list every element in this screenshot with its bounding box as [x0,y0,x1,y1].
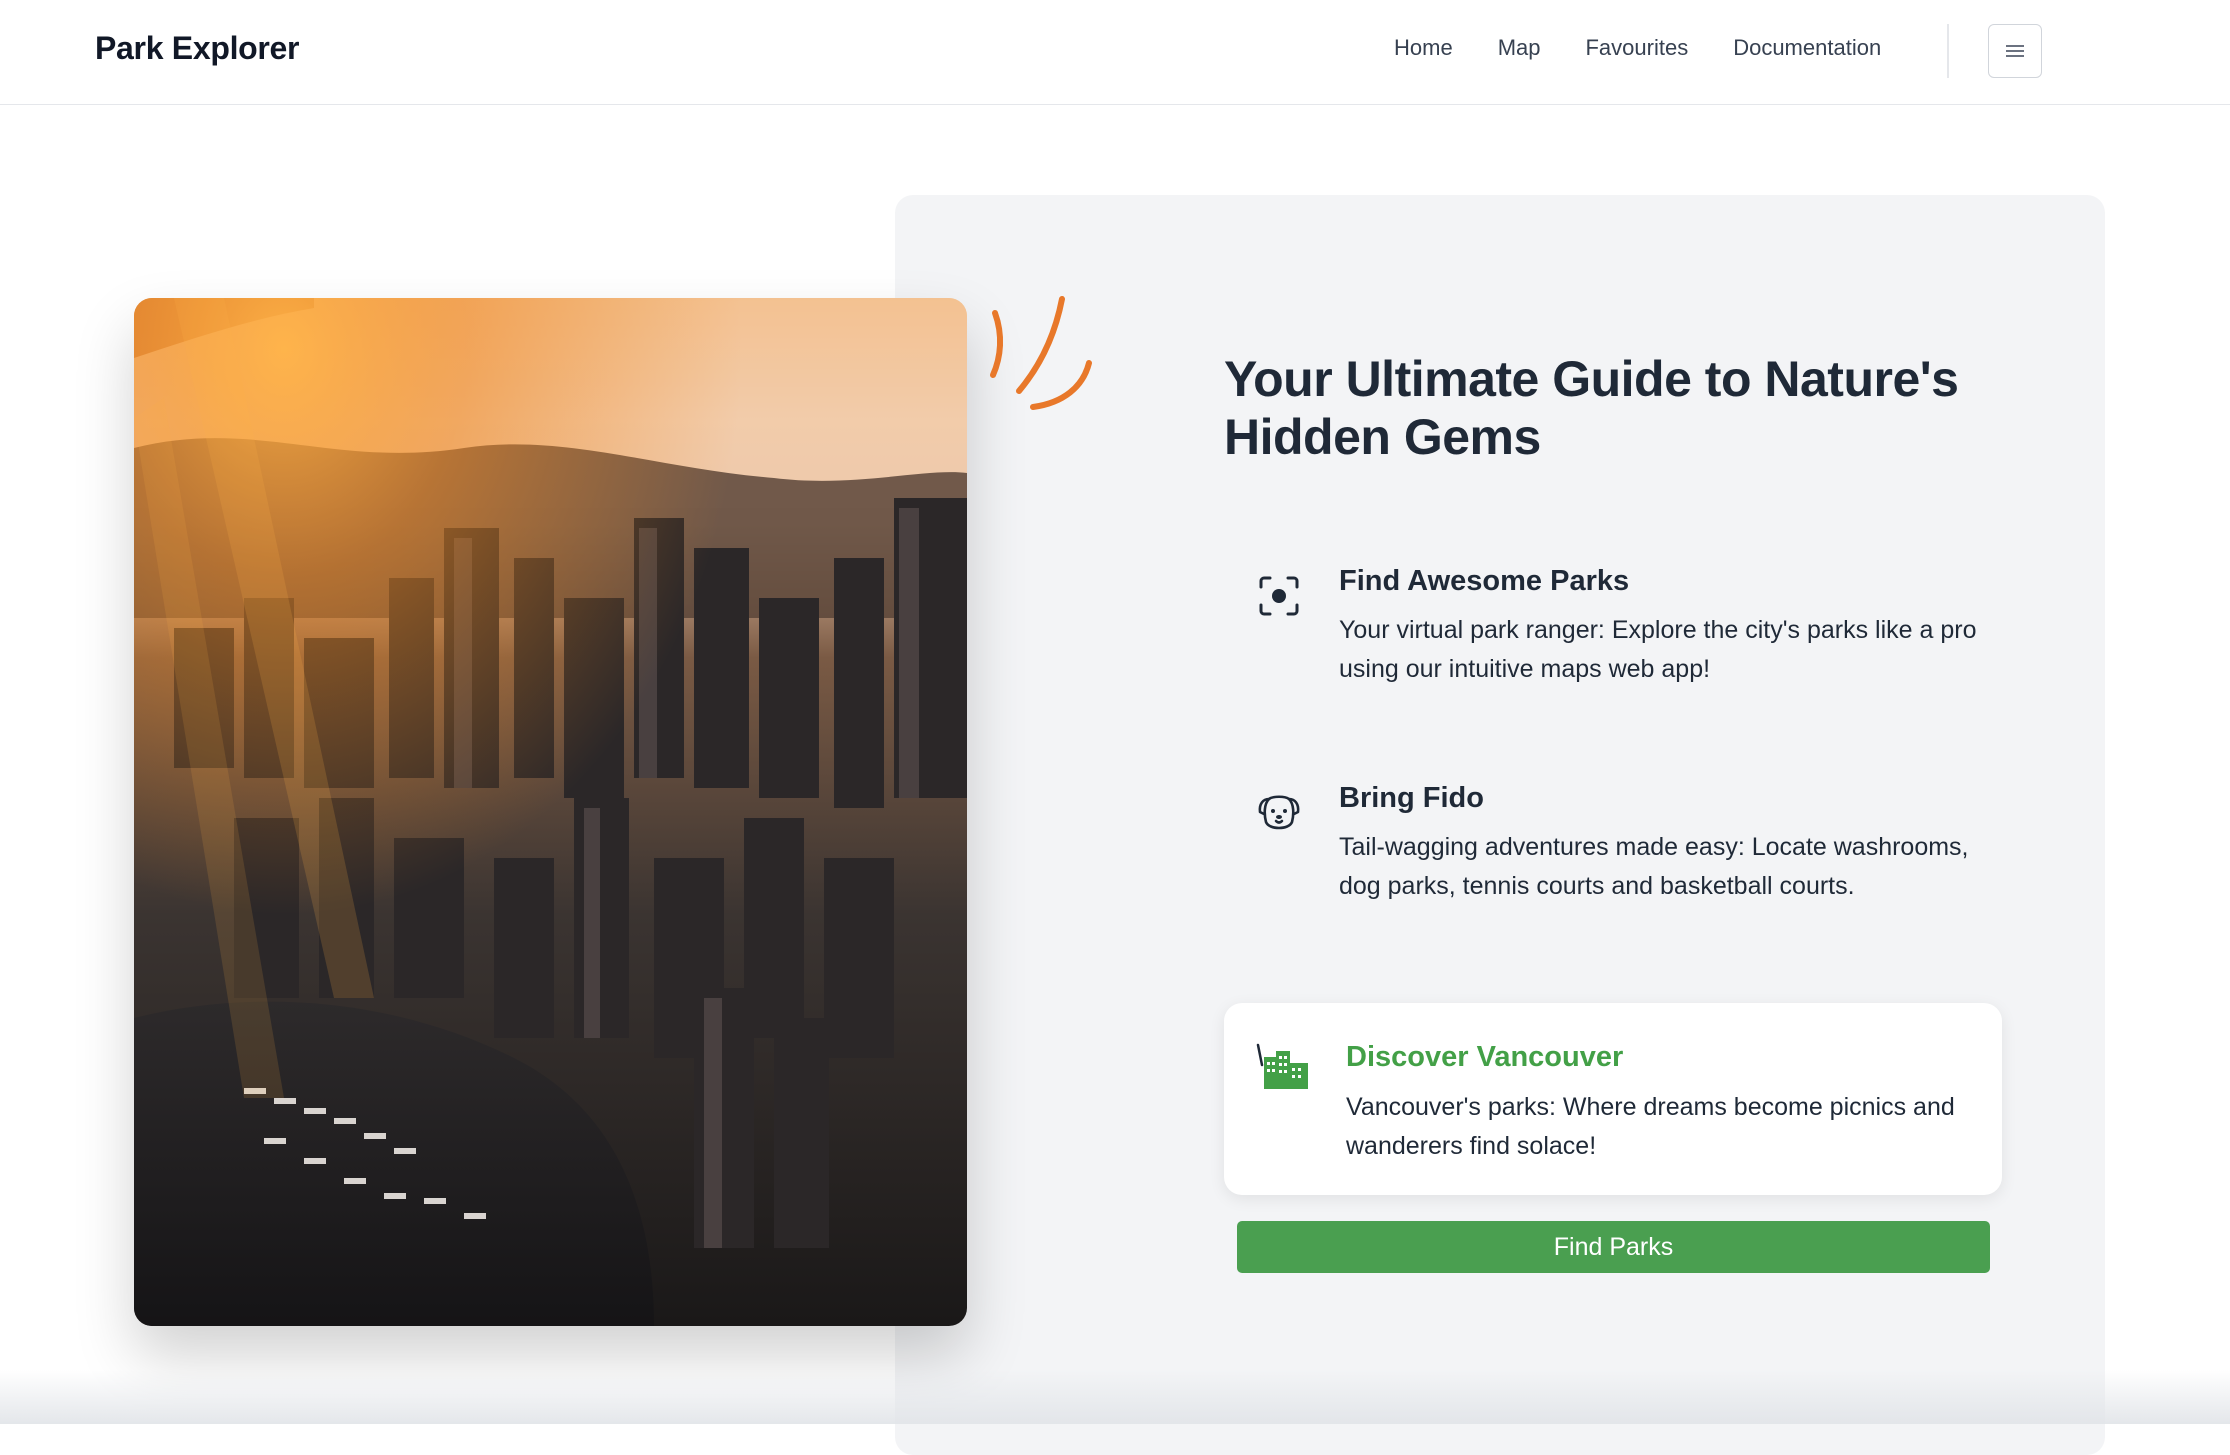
nav-documentation-link[interactable]: Documentation [1733,35,1881,61]
brand-logo-text[interactable]: Park Explorer [95,30,300,67]
feature-description: Tail-wagging adventures made easy: Locat… [1339,833,1969,900]
dog-icon [1258,795,1300,830]
hero-headline: Your Ultimate Guide to Nature's Hidden G… [1224,351,1959,465]
focus-target-icon [1259,576,1299,616]
feature-find-parks: Find Awesome Parks Your virtual park ran… [1224,565,2004,705]
menu-button[interactable] [1988,24,2042,78]
nav-home-link[interactable]: Home [1394,35,1453,61]
feature-title: Bring Fido [1339,782,1484,814]
feature-description: Your virtual park ranger: Explore the ci… [1339,616,1977,683]
feature-title: Find Awesome Parks [1339,565,1630,597]
feature-bring-fido: Bring Fido Tail-wagging adventures made … [1224,782,2004,952]
hero-city-photo [134,298,967,1326]
main-nav: Home Map Favourites Documentation [1394,35,1881,61]
city-buildings-icon [1256,1043,1308,1089]
feature-title: Discover Vancouver [1346,1041,1624,1073]
feature-description: Vancouver's parks: Where dreams become p… [1346,1093,1955,1160]
nav-map-link[interactable]: Map [1498,35,1541,61]
find-parks-button[interactable]: Find Parks [1237,1221,1990,1273]
feature-discover-vancouver-card[interactable]: Discover Vancouver Vancouver's parks: Wh… [1224,1003,2002,1195]
top-navbar: Park Explorer Home Map Favourites Docume… [0,0,2230,105]
decorative-squiggle-icon [990,296,1092,410]
nav-divider [1947,24,1949,78]
nav-favourites-link[interactable]: Favourites [1585,35,1688,61]
hamburger-menu-icon [2006,45,2024,57]
